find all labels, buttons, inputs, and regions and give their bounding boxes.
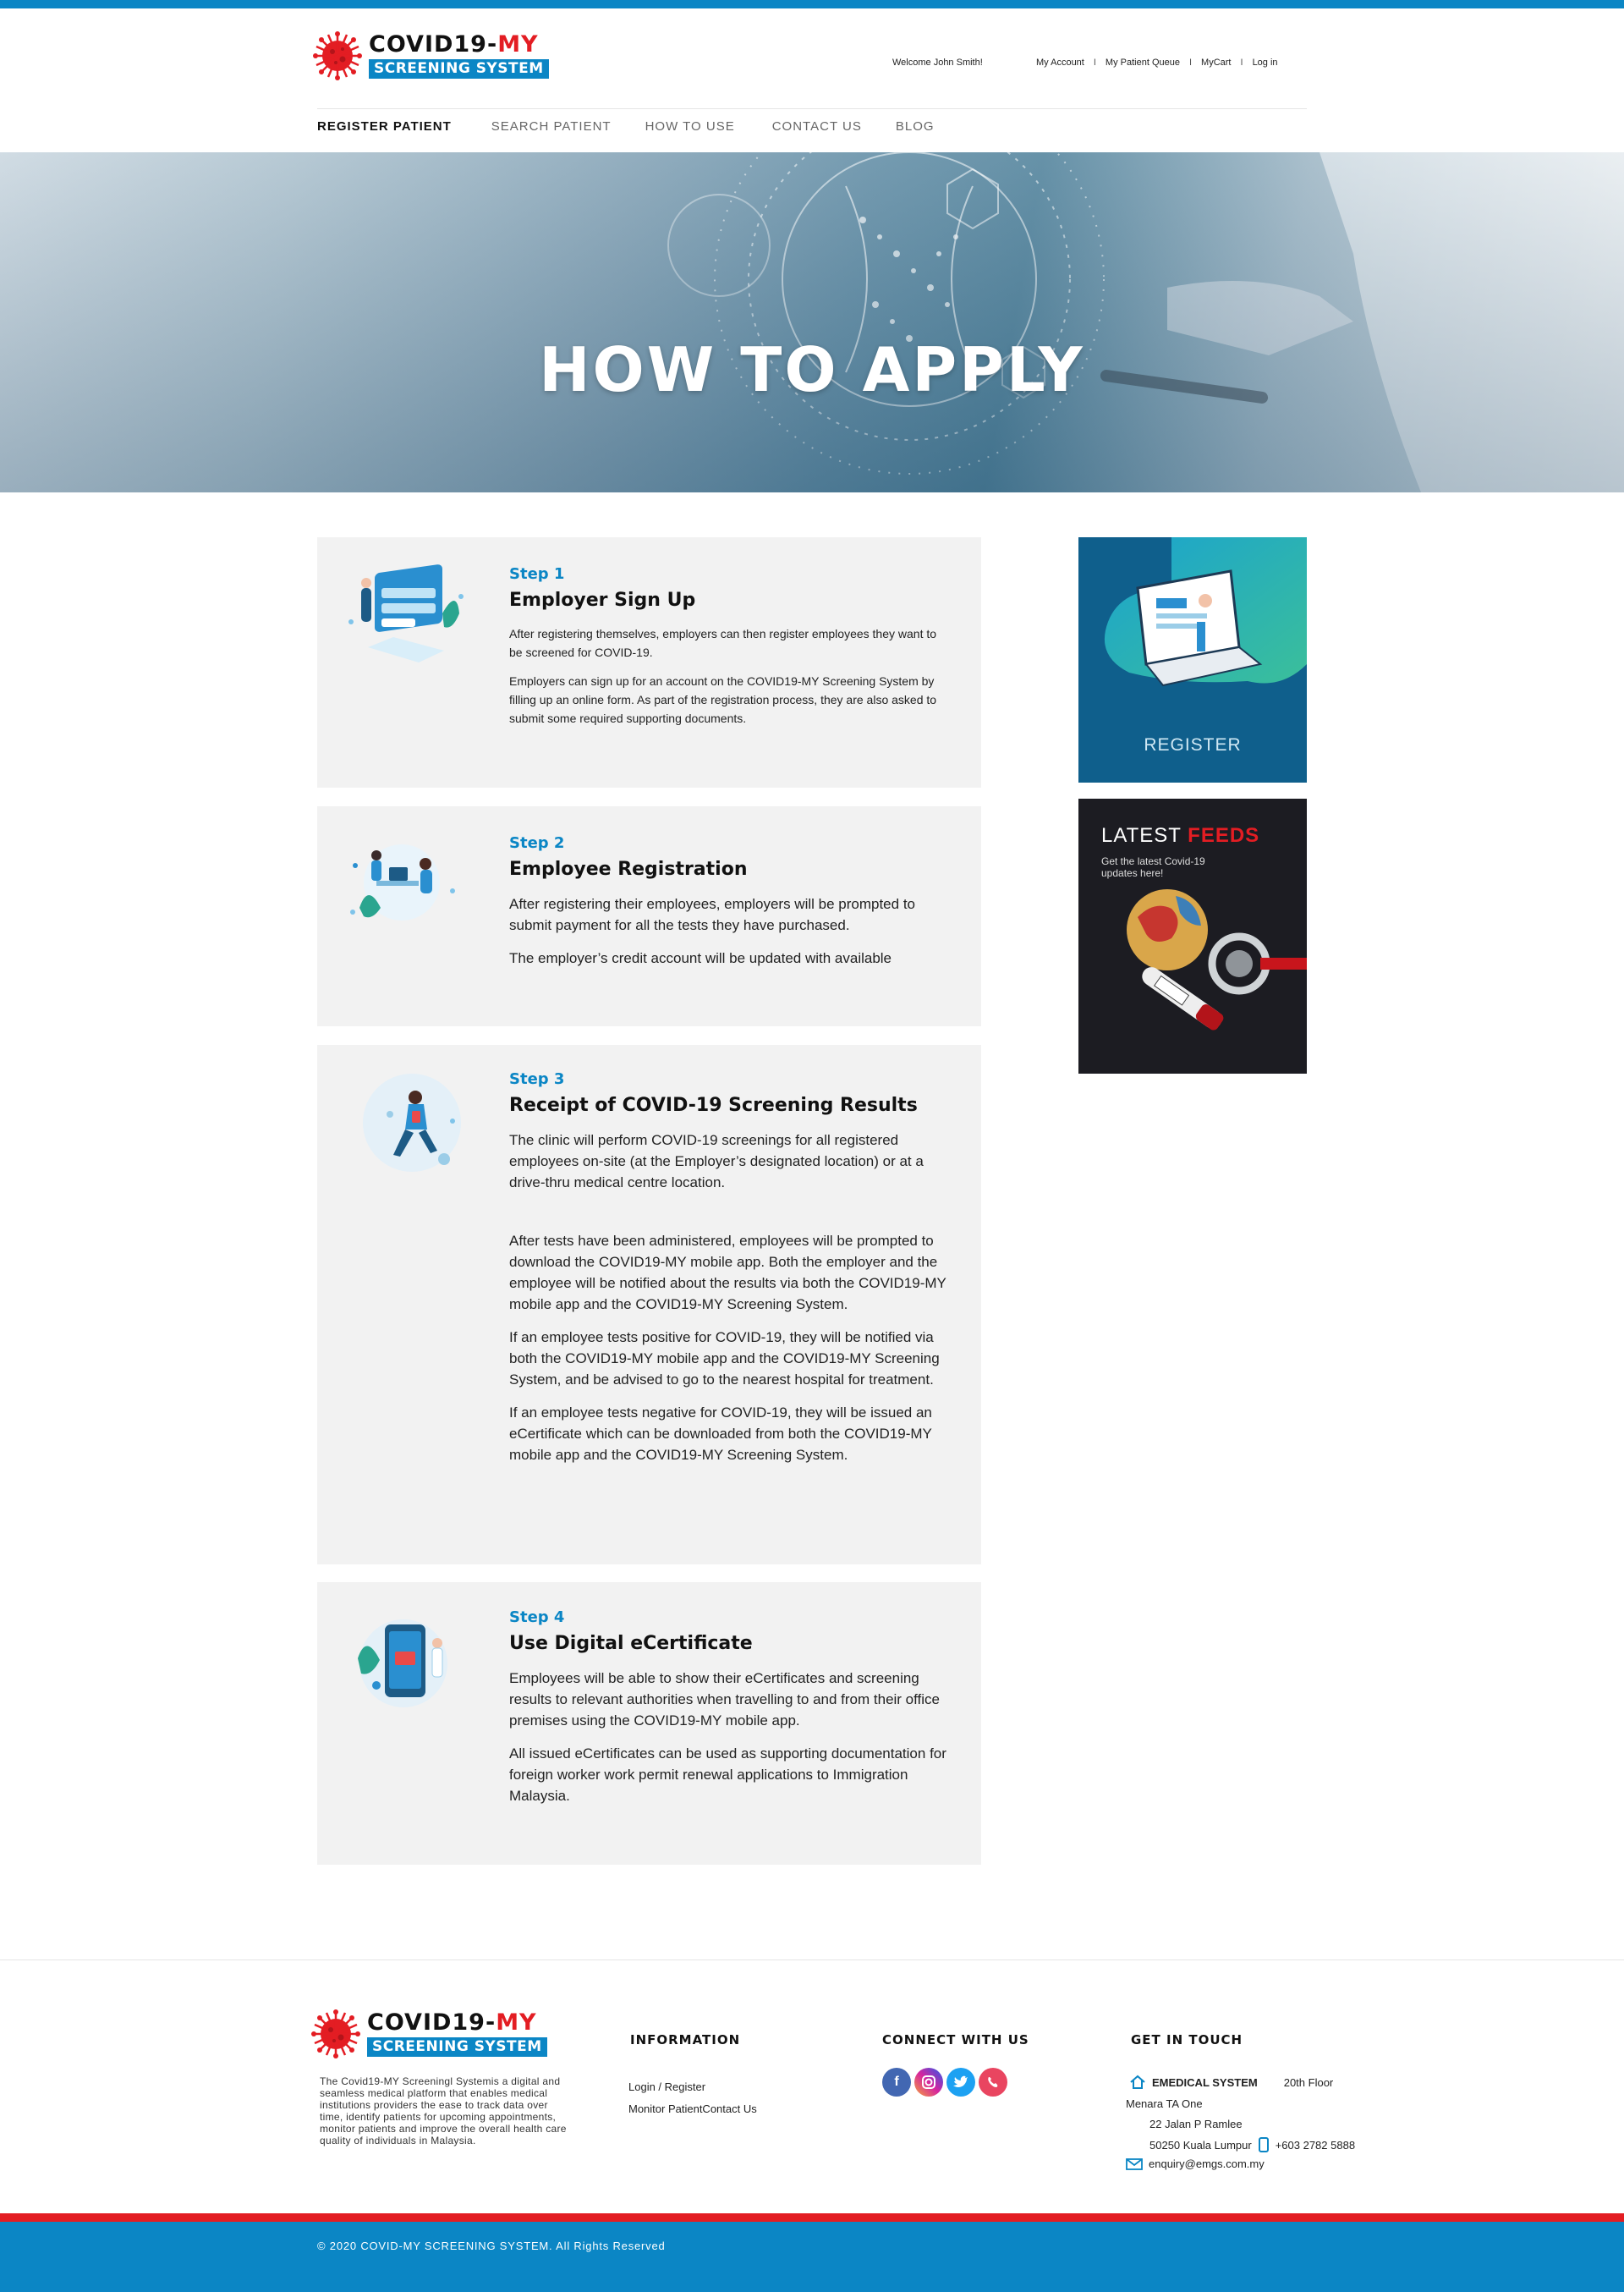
login-register-link[interactable]: Login / Register [628,2080,705,2093]
header-divider [317,108,1307,109]
site-logo[interactable]: COVID19-MY SCREENING SYSTEM [313,31,549,80]
city-phone-row: 50250 Kuala Lumpur +603 2782 5888 [1149,2137,1355,2152]
address-city: 50250 Kuala Lumpur [1149,2138,1252,2152]
register-label[interactable]: REGISTER [1078,735,1307,756]
screening-results-illustration [343,1070,469,1189]
nav-how-to-use[interactable]: HOW TO USE [645,119,735,134]
nav-blog[interactable]: BLOG [896,119,935,134]
site-header: COVID19-MY SCREENING SYSTEM Welcome John… [0,8,1624,152]
separator: I [1188,58,1193,68]
email-row: enquiry@emgs.com.my [1126,2157,1265,2170]
feeds-subtitle: Get the latest Covid-19 updates here! [1101,855,1205,879]
footer-logo[interactable]: COVID19-MY SCREENING SYSTEM [311,2009,547,2058]
step-paragraph: After registering themselves, employers … [509,627,937,659]
step-paragraph: After registering their employees, emplo… [509,896,915,933]
brand-subtitle: SCREENING SYSTEM [367,2037,547,2057]
footer-bottom-bar [0,2222,1624,2292]
monitor-patient-contact-link[interactable]: Monitor PatientContact Us [628,2102,757,2115]
step-paragraph: If an employee tests positive for COVID-… [509,1329,940,1388]
phone-icon [1258,2137,1269,2152]
step-title: Employee Registration [509,859,748,880]
step-paragraph: The employer’s credit account will be up… [509,950,892,966]
step-paragraph: Employers can sign up for an account on … [509,674,937,725]
home-icon [1130,2075,1145,2089]
step-title: Receipt of COVID-19 Screening Results [509,1095,918,1116]
ecertificate-illustration [343,1608,469,1726]
address-building: Menara TA One [1126,2097,1203,2110]
welcome-text: Welcome John Smith! [892,58,983,68]
connect-heading: CONNECT WITH US [882,2032,1029,2047]
brand-name: COVID19-MY [367,2009,537,2036]
step-card-1: Step 1 Employer Sign Up After registerin… [317,537,981,788]
mycart-link[interactable]: MyCart [1201,58,1231,68]
step-card-4: Step 4 Use Digital eCertificate Employee… [317,1582,981,1865]
step-paragraph: If an employee tests negative for COVID-… [509,1404,932,1463]
top-accent-bar [0,0,1624,8]
separator: I [1093,58,1096,68]
footer-red-stripe [0,2213,1624,2222]
phone-number[interactable]: +603 2782 5888 [1276,2139,1355,2152]
address-street: 22 Jalan P Ramlee [1149,2118,1243,2130]
virus-logo-icon [311,2009,360,2058]
step-card-3: Step 3 Receipt of COVID-19 Screening Res… [317,1045,981,1564]
email-address[interactable]: enquiry@emgs.com.my [1149,2157,1265,2170]
brand-name: COVID19-MY [369,31,539,58]
account-links: My Account I My Patient Queue I MyCart I Lo… [1036,58,1278,68]
step-paragraph: All issued eCertificates can be used as … [509,1745,946,1804]
separator: I [1240,58,1243,68]
viber-icon[interactable] [979,2068,1007,2097]
twitter-icon[interactable] [946,2068,975,2097]
step-label: Step 3 [509,1070,565,1088]
brand-subtitle: SCREENING SYSTEM [369,59,549,79]
page-title: HOW TO APPLY [539,334,1085,405]
step-label: Step 1 [509,565,565,583]
step-paragraph: Employees will be able to show their eCe… [509,1670,941,1729]
instagram-icon[interactable] [914,2068,943,2097]
information-heading: INFORMATION [630,2032,741,2047]
nav-search-patient[interactable]: SEARCH PATIENT [491,119,612,134]
social-links: f [882,2068,1007,2097]
company-name: EMEDICAL SYSTEM [1152,2075,1258,2089]
footer-divider [0,1959,1624,1960]
company-row: EMEDICAL SYSTEM 20th Floor [1129,2075,1333,2090]
address-floor: 20th Floor [1283,2075,1334,2089]
footer-about-text: The Covid19-MY Screeningl Systemis a dig… [320,2075,567,2146]
facebook-icon[interactable]: f [882,2068,911,2097]
register-banner[interactable]: REGISTER [1078,537,1307,783]
latest-feeds-banner[interactable]: LATEST FEEDS Get the latest Covid-19 upd… [1078,799,1307,1074]
step-title: Use Digital eCertificate [509,1633,753,1654]
mail-icon [1126,2157,1143,2170]
hero-banner: HOW TO APPLY [0,152,1624,492]
hero-overlay [0,152,1624,492]
step-label: Step 4 [509,1608,565,1626]
employer-signup-illustration [343,563,469,681]
virus-logo-icon [313,31,362,80]
step-paragraph: The clinic will perform COVID-19 screeni… [509,1132,924,1190]
nav-register-patient[interactable]: REGISTER PATIENT [317,119,452,134]
login-link[interactable]: Log in [1253,58,1278,68]
step-card-2: Step 2 Employee Registration After regis… [317,806,981,1026]
employee-registration-illustration [343,832,469,950]
nav-contact-us[interactable]: CONTACT US [772,119,862,134]
get-in-touch-heading: GET IN TOUCH [1131,2032,1243,2047]
main-nav: REGISTER PATIENT SEARCH PATIENT HOW TO U… [317,119,968,134]
step-paragraph: After tests have been administered, empl… [509,1233,946,1312]
feeds-heading: LATEST FEEDS [1101,824,1260,847]
my-patient-queue-link[interactable]: My Patient Queue [1106,58,1180,68]
copyright-text: © 2020 COVID-MY SCREENING SYSTEM. All Ri… [317,2240,666,2252]
step-title: Employer Sign Up [509,590,696,611]
my-account-link[interactable]: My Account [1036,58,1084,68]
step-label: Step 2 [509,834,565,852]
